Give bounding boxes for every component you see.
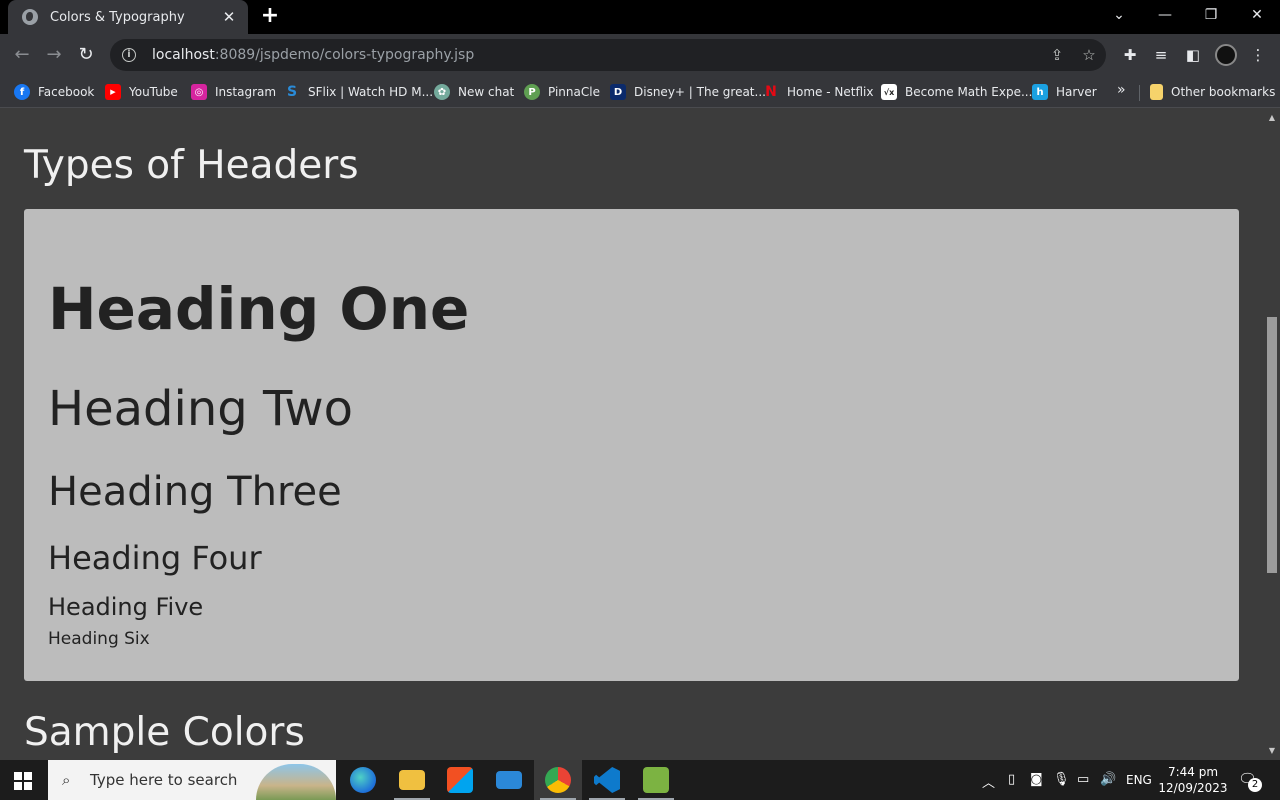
bookmark-disney[interactable]: D Disney+ | The great... [610, 82, 766, 102]
tray-clock[interactable]: 7:44 pm 12/09/2023 [1158, 764, 1228, 796]
edge-icon [350, 767, 376, 793]
heading-two: Heading Two [48, 381, 353, 437]
taskbar-store[interactable] [436, 760, 484, 800]
windows-taskbar: ⌕ Type here to search ︿ ▯ ◙ 🎙 ▭ 🔊 ENG 7:… [0, 760, 1280, 800]
heading-six: Heading Six [48, 629, 150, 649]
page-viewport: Types of Headers Heading One Heading Two… [0, 109, 1264, 760]
forward-arrow-icon[interactable]: → [42, 43, 66, 67]
taskbar-edge[interactable] [339, 760, 387, 800]
tray-battery-icon[interactable]: ▯ [1008, 772, 1015, 787]
side-panel-icon[interactable]: ◧ [1183, 45, 1203, 65]
mail-icon [496, 771, 522, 789]
reload-icon[interactable]: ↻ [74, 43, 98, 67]
heading-three: Heading Three [48, 469, 342, 515]
harver-icon: h [1032, 84, 1048, 100]
notification-badge: 2 [1248, 778, 1262, 792]
bookmark-math[interactable]: √x Become Math Expe... [881, 82, 1032, 102]
bookmarks-bar: f Facebook ▶ YouTube ◎ Instagram S SFlix… [0, 76, 1280, 108]
taskbar-android-studio[interactable] [632, 760, 680, 800]
tray-camera-icon[interactable]: ◙ [1030, 772, 1043, 787]
taskbar-search-box[interactable]: ⌕ Type here to search [48, 760, 336, 800]
menu-kebab-icon[interactable]: ⋮ [1248, 45, 1268, 65]
bookmark-netflix[interactable]: N Home - Netflix [763, 82, 873, 102]
taskbar-chrome[interactable] [534, 760, 582, 800]
android-studio-icon [643, 767, 669, 793]
folder-icon [399, 770, 425, 790]
tray-language[interactable]: ENG [1126, 773, 1152, 787]
scroll-up-arrow-icon[interactable]: ▲ [1264, 111, 1280, 125]
close-window-button[interactable]: ✕ [1234, 0, 1280, 30]
share-icon[interactable]: ⇪ [1048, 46, 1066, 64]
globe-icon [22, 9, 38, 25]
profile-avatar[interactable] [1215, 44, 1237, 66]
section-title-headers: Types of Headers [24, 143, 359, 188]
folder-icon [1150, 84, 1163, 100]
taskbar-search-placeholder: Type here to search [90, 771, 238, 789]
scroll-down-arrow-icon[interactable]: ▼ [1264, 744, 1280, 758]
headings-card: Heading One Heading Two Heading Three He… [24, 209, 1239, 681]
address-bar[interactable]: i localhost:8089/jspdemo/colors-typograp… [110, 39, 1106, 71]
bookmark-harver[interactable]: h Harver [1032, 82, 1097, 102]
restore-button[interactable]: ❐ [1188, 0, 1234, 30]
bookmark-instagram[interactable]: ◎ Instagram [191, 82, 276, 102]
heading-one: Heading One [48, 275, 470, 343]
facebook-icon: f [14, 84, 30, 100]
media-controls-icon[interactable]: ≡ [1151, 45, 1171, 65]
back-arrow-icon[interactable]: ← [10, 43, 34, 67]
bookmark-pinnacle[interactable]: P PinnaCle [524, 82, 600, 102]
bookmark-youtube[interactable]: ▶ YouTube [105, 82, 178, 102]
bookmark-star-icon[interactable]: ☆ [1080, 46, 1098, 64]
minimize-button[interactable]: — [1142, 0, 1188, 30]
tab-title: Colors & Typography [50, 9, 185, 25]
youtube-icon: ▶ [105, 84, 121, 100]
bookmark-sflix[interactable]: S SFlix | Watch HD M... [284, 82, 433, 102]
close-tab-icon[interactable]: ✕ [220, 8, 238, 26]
disney-icon: D [610, 84, 626, 100]
search-highlight-image [256, 764, 336, 800]
tray-network-icon[interactable]: ▭ [1077, 772, 1089, 787]
windows-start-icon[interactable] [14, 772, 32, 790]
tray-microphone-icon[interactable]: 🎙 [1053, 772, 1070, 787]
tray-volume-icon[interactable]: 🔊 [1100, 772, 1116, 787]
chrome-icon [545, 767, 571, 793]
taskbar-mail[interactable] [485, 760, 533, 800]
taskbar-file-explorer[interactable] [388, 760, 436, 800]
bookmark-facebook[interactable]: f Facebook [14, 82, 94, 102]
new-tab-button[interactable]: + [258, 4, 282, 28]
scrollbar-thumb[interactable] [1267, 317, 1277, 573]
tab-colors-typography[interactable]: Colors & Typography ✕ [8, 0, 248, 34]
instagram-icon: ◎ [191, 84, 207, 100]
more-bookmarks-chevron-icon[interactable]: » [1117, 82, 1126, 98]
tab-search-chevron-icon[interactable]: ⌄ [1096, 0, 1142, 30]
bookmarks-divider [1139, 85, 1140, 101]
info-icon[interactable]: i [122, 48, 136, 62]
url-text[interactable]: localhost:8089/jspdemo/colors-typography… [152, 47, 474, 63]
pinnacle-icon: P [524, 84, 540, 100]
sflix-icon: S [286, 84, 298, 100]
heading-four: Heading Four [48, 539, 262, 577]
store-icon [447, 767, 473, 793]
bookmark-new-chat[interactable]: ✿ New chat [434, 82, 514, 102]
browser-toolbar: ← → ↻ i localhost:8089/jspdemo/colors-ty… [0, 34, 1280, 76]
netflix-icon: N [765, 84, 777, 100]
tray-chevron-up-icon[interactable]: ︿ [982, 772, 995, 791]
tab-strip: Colors & Typography ✕ + ⌄ — ❐ ✕ [0, 0, 1280, 34]
math-icon: √x [881, 84, 897, 100]
search-icon: ⌕ [62, 771, 71, 789]
page-scrollbar[interactable]: ▲ ▼ [1264, 109, 1280, 760]
bookmark-other[interactable]: Other bookmarks [1150, 82, 1275, 102]
extensions-puzzle-icon[interactable]: ✚ [1120, 45, 1140, 65]
vscode-icon [594, 767, 620, 793]
heading-five: Heading Five [48, 593, 204, 621]
taskbar-vscode[interactable] [583, 760, 631, 800]
section-title-colors: Sample Colors [24, 710, 305, 755]
chatgpt-icon: ✿ [434, 84, 450, 100]
